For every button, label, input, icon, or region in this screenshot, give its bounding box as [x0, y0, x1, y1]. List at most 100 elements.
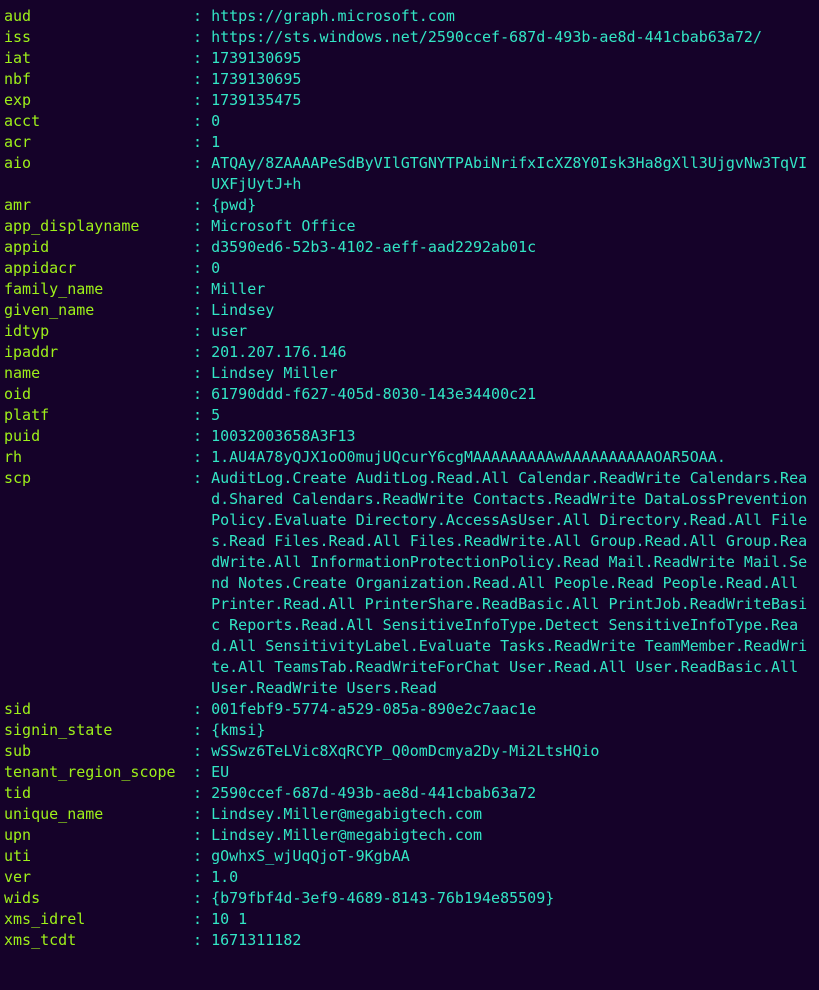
- claim-separator: :: [184, 426, 211, 447]
- claim-value: 1.AU4A78yQJX1oO0mujUQcurY6cgMAAAAAAAAAwA…: [211, 447, 815, 468]
- claim-key: unique_name: [4, 804, 184, 825]
- claim-value: {pwd}: [211, 195, 815, 216]
- claim-row: xms_idrel : 10 1: [4, 909, 815, 930]
- claim-row: name : Lindsey Miller: [4, 363, 815, 384]
- claim-key: sub: [4, 741, 184, 762]
- claim-row: acct : 0: [4, 111, 815, 132]
- claim-separator: :: [184, 363, 211, 384]
- claim-key: iss: [4, 27, 184, 48]
- claim-separator: :: [184, 195, 211, 216]
- claim-separator: :: [184, 699, 211, 720]
- claim-row: upn : Lindsey.Miller@megabigtech.com: [4, 825, 815, 846]
- claim-key: scp: [4, 468, 184, 489]
- claim-key: iat: [4, 48, 184, 69]
- claim-row: platf : 5: [4, 405, 815, 426]
- claim-separator: :: [184, 90, 211, 111]
- claim-value: 1739135475: [211, 90, 815, 111]
- claim-row: exp : 1739135475: [4, 90, 815, 111]
- claim-key: puid: [4, 426, 184, 447]
- claim-value: 1739130695: [211, 48, 815, 69]
- claim-value: 61790ddd-f627-405d-8030-143e34400c21: [211, 384, 815, 405]
- claim-row: idtyp : user: [4, 321, 815, 342]
- claim-key: uti: [4, 846, 184, 867]
- claim-row: app_displayname : Microsoft Office: [4, 216, 815, 237]
- claim-key: family_name: [4, 279, 184, 300]
- claim-value: 5: [211, 405, 815, 426]
- claim-row: tid : 2590ccef-687d-493b-ae8d-441cbab63a…: [4, 783, 815, 804]
- claim-key: appidacr: [4, 258, 184, 279]
- claim-key: idtyp: [4, 321, 184, 342]
- claim-row: sid : 001febf9-5774-a529-085a-890e2c7aac…: [4, 699, 815, 720]
- claim-row: unique_name : Lindsey.Miller@megabigtech…: [4, 804, 815, 825]
- claim-key: nbf: [4, 69, 184, 90]
- claim-separator: :: [184, 111, 211, 132]
- claim-key: tenant_region_scope: [4, 762, 184, 783]
- claim-value: {kmsi}: [211, 720, 815, 741]
- claim-value: 201.207.176.146: [211, 342, 815, 363]
- claim-value: 1739130695: [211, 69, 815, 90]
- claim-row: scp : AuditLog.Create AuditLog.Read.All …: [4, 468, 815, 699]
- claim-key: sid: [4, 699, 184, 720]
- claim-separator: :: [184, 237, 211, 258]
- claim-value: ATQAy/8ZAAAAPeSdByVIlGTGNYTPAbiNrifxIcXZ…: [211, 153, 815, 195]
- claim-key: aud: [4, 6, 184, 27]
- claim-row: given_name : Lindsey: [4, 300, 815, 321]
- claim-key: oid: [4, 384, 184, 405]
- claim-separator: :: [184, 762, 211, 783]
- claim-value: 1.0: [211, 867, 815, 888]
- claim-key: signin_state: [4, 720, 184, 741]
- claim-value: 1671311182: [211, 930, 815, 951]
- claim-key: given_name: [4, 300, 184, 321]
- token-claims-output: aud : https://graph.microsoft.comiss : h…: [0, 0, 819, 957]
- claim-value: Lindsey: [211, 300, 815, 321]
- claim-row: oid : 61790ddd-f627-405d-8030-143e34400c…: [4, 384, 815, 405]
- claim-separator: :: [184, 909, 211, 930]
- claim-row: appidacr : 0: [4, 258, 815, 279]
- claim-value: https://sts.windows.net/2590ccef-687d-49…: [211, 27, 815, 48]
- claim-row: uti : gOwhxS_wjUqQjoT-9KgbAA: [4, 846, 815, 867]
- claim-key: platf: [4, 405, 184, 426]
- claim-value: 0: [211, 111, 815, 132]
- claim-row: signin_state : {kmsi}: [4, 720, 815, 741]
- claim-separator: :: [184, 321, 211, 342]
- claim-separator: :: [184, 279, 211, 300]
- claim-separator: :: [184, 27, 211, 48]
- claim-value: 001febf9-5774-a529-085a-890e2c7aac1e: [211, 699, 815, 720]
- claim-row: tenant_region_scope : EU: [4, 762, 815, 783]
- claim-key: exp: [4, 90, 184, 111]
- claim-key: amr: [4, 195, 184, 216]
- claim-key: acr: [4, 132, 184, 153]
- claim-value: 0: [211, 258, 815, 279]
- claim-key: name: [4, 363, 184, 384]
- claim-key: appid: [4, 237, 184, 258]
- claim-row: rh : 1.AU4A78yQJX1oO0mujUQcurY6cgMAAAAAA…: [4, 447, 815, 468]
- claim-value: user: [211, 321, 815, 342]
- claim-separator: :: [184, 342, 211, 363]
- claim-value: 1: [211, 132, 815, 153]
- claim-row: acr : 1: [4, 132, 815, 153]
- claim-row: family_name : Miller: [4, 279, 815, 300]
- claim-row: iat : 1739130695: [4, 48, 815, 69]
- claim-separator: :: [184, 48, 211, 69]
- claim-key: xms_tcdt: [4, 930, 184, 951]
- claim-row: wids : {b79fbf4d-3ef9-4689-8143-76b194e8…: [4, 888, 815, 909]
- claim-separator: :: [184, 447, 211, 468]
- claim-value: 10 1: [211, 909, 815, 930]
- claim-row: aio : ATQAy/8ZAAAAPeSdByVIlGTGNYTPAbiNri…: [4, 153, 815, 195]
- claim-row: nbf : 1739130695: [4, 69, 815, 90]
- claim-value: 2590ccef-687d-493b-ae8d-441cbab63a72: [211, 783, 815, 804]
- claim-row: aud : https://graph.microsoft.com: [4, 6, 815, 27]
- claim-row: puid : 10032003658A3F13: [4, 426, 815, 447]
- claim-row: amr : {pwd}: [4, 195, 815, 216]
- claim-separator: :: [184, 804, 211, 825]
- claim-separator: :: [184, 300, 211, 321]
- claim-value: AuditLog.Create AuditLog.Read.All Calend…: [211, 468, 815, 699]
- claim-separator: :: [184, 468, 211, 489]
- claim-value: Microsoft Office: [211, 216, 815, 237]
- claim-separator: :: [184, 720, 211, 741]
- claim-separator: :: [184, 867, 211, 888]
- claim-key: xms_idrel: [4, 909, 184, 930]
- claim-separator: :: [184, 888, 211, 909]
- claim-separator: :: [184, 69, 211, 90]
- claim-value: wSSwz6TeLVic8XqRCYP_Q0omDcmya2Dy-Mi2LtsH…: [211, 741, 815, 762]
